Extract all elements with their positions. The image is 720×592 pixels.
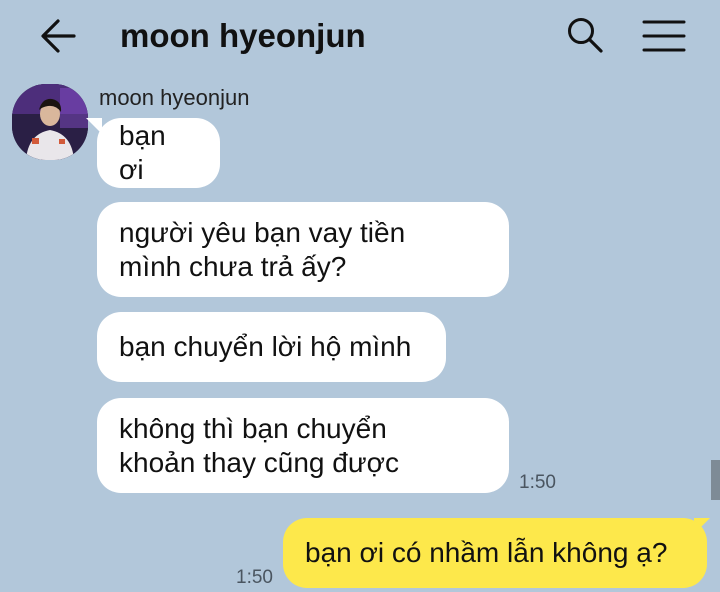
- chat-header: moon hyeonjun: [0, 0, 720, 72]
- incoming-message[interactable]: bạn ơi: [97, 118, 220, 188]
- message-text: không thì bạn chuyển khoản thay cũng đượ…: [119, 412, 399, 478]
- chat-title: moon hyeonjun: [120, 17, 366, 54]
- message-text: bạn ơi: [119, 120, 166, 185]
- message-timestamp: 1:50: [519, 472, 556, 493]
- message-timestamp: 1:50: [236, 567, 273, 588]
- search-icon: [568, 18, 603, 53]
- message-text: bạn ơi có nhầm lẫn không ạ?: [305, 537, 668, 568]
- menu-button[interactable]: [640, 14, 688, 58]
- search-button[interactable]: [562, 12, 608, 58]
- message-text: người yêu bạn vay tiền mình chưa trả ấy?: [119, 216, 406, 282]
- sender-avatar[interactable]: [12, 84, 88, 160]
- outgoing-message[interactable]: bạn ơi có nhầm lẫn không ạ?: [283, 518, 707, 588]
- avatar-photo: [12, 84, 88, 160]
- incoming-message[interactable]: không thì bạn chuyển khoản thay cũng đượ…: [97, 398, 509, 493]
- message-text: bạn chuyển lời hộ mình: [119, 331, 412, 362]
- sender-name: moon hyeonjun: [99, 85, 250, 110]
- scrollbar-thumb[interactable]: [711, 460, 720, 500]
- incoming-message[interactable]: bạn chuyển lời hộ mình: [97, 312, 446, 382]
- arrow-left-icon: [41, 19, 76, 53]
- incoming-message[interactable]: người yêu bạn vay tiền mình chưa trả ấy?: [97, 202, 509, 297]
- back-button[interactable]: [36, 14, 80, 58]
- hamburger-menu-icon: [642, 20, 686, 52]
